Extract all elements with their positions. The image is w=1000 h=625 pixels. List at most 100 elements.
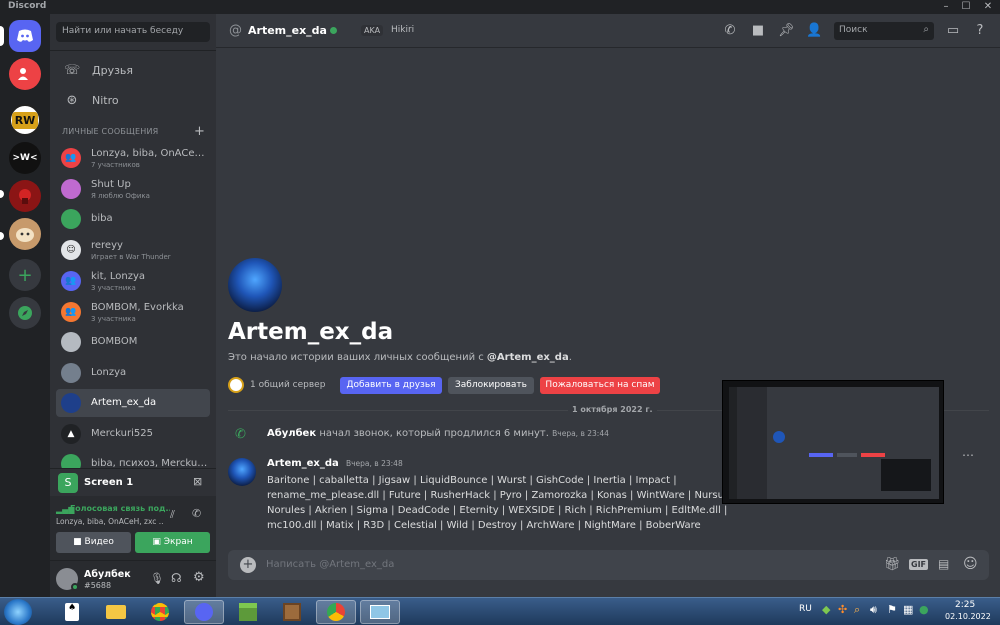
group-avatar: 👥 <box>61 271 81 291</box>
nav-friends-label: Друзья <box>92 63 134 77</box>
user-avatar <box>61 363 81 383</box>
group-avatar: 👥 <box>61 302 81 322</box>
upload-plus-icon[interactable]: + <box>240 557 256 573</box>
headphones-icon[interactable]: ☊ <box>171 571 182 585</box>
dm-item[interactable]: BOMBOM <box>56 328 210 356</box>
noise-suppression-icon[interactable]: ⫽ <box>170 508 175 522</box>
screen-share-icon: S <box>58 473 78 493</box>
dm-subtitle: 7 участников <box>91 161 140 169</box>
dm-subtitle: 3 участника <box>91 284 136 292</box>
dm-item-active[interactable]: Artem_ex_da <box>56 389 210 417</box>
chrome-window-icon[interactable] <box>316 600 356 624</box>
aka-value: Hikiri <box>391 25 415 35</box>
nav-nitro-label: Nitro <box>92 93 119 107</box>
dm-item[interactable]: 👥 kit, Lonzya 3 участника <box>56 267 210 295</box>
gift-icon[interactable]: 🎁︎ <box>884 557 901 572</box>
dm-section-header: ЛИЧНЫЕ СООБЩЕНИЯ <box>62 127 159 136</box>
dm-item[interactable]: ▲ Merckuri525 <box>56 420 210 448</box>
crafting-app-icon[interactable] <box>272 600 312 624</box>
solitaire-app-icon[interactable]: ♠ <box>52 600 92 624</box>
help-icon[interactable]: ? <box>972 23 988 39</box>
tray-green-icon[interactable]: ● <box>919 603 929 616</box>
home-discord-icon[interactable] <box>9 20 41 52</box>
aka-badge: AKA <box>361 25 384 36</box>
screen-button[interactable]: ▣ Экран <box>135 532 210 553</box>
video-button[interactable]: ■ Видео <box>56 532 131 553</box>
server-red-icon[interactable] <box>9 180 41 212</box>
block-button[interactable]: Заблокировать <box>448 377 534 394</box>
microphone-icon[interactable]: 🎙︎ <box>150 572 164 585</box>
maximize-button[interactable]: ☐ <box>956 0 976 14</box>
voice-status[interactable]: Голосовая связь под... <box>70 504 170 513</box>
os-taskbar: ♠ RU ◆ ✣ ⌕ 🔊︎ ⚑ ▦ ● 2:25 02.10.2022 <box>0 597 1000 625</box>
dm-item[interactable]: Lonzya <box>56 359 210 387</box>
explore-compass-icon[interactable] <box>9 297 41 329</box>
pin-icon[interactable]: 📌︎ <box>778 23 795 39</box>
server-wc-icon[interactable]: >W< <box>9 142 41 174</box>
friend-requests-icon[interactable] <box>9 58 41 90</box>
minimize-button[interactable]: – <box>936 0 956 14</box>
dm-name: rereyy <box>91 240 123 251</box>
user-tag: #5688 <box>84 581 112 590</box>
settings-gear-icon[interactable]: ⚙ <box>193 570 205 585</box>
close-button[interactable]: ✕ <box>978 0 998 14</box>
search-placeholder: Поиск <box>839 25 868 35</box>
message-input[interactable]: Написать @Artem_ex_da <box>266 559 394 570</box>
language-indicator[interactable]: RU <box>799 604 812 614</box>
report-spam-button[interactable]: Пожаловаться на спам <box>540 377 660 394</box>
clock-date[interactable]: 02.10.2022 <box>945 612 991 621</box>
video-call-icon[interactable]: ■ <box>750 23 766 39</box>
dm-name: Artem_ex_da <box>91 397 157 408</box>
user-avatar: ☺ <box>61 240 81 260</box>
network-icon[interactable]: ▦ <box>903 603 913 616</box>
screen-share-bar: S Screen 1 ⊠ <box>50 468 216 496</box>
voice-channel[interactable]: Lonzya, biba, OnACeH, zxc ... <box>56 517 164 526</box>
stop-stream-icon[interactable]: ⊠ <box>193 475 202 488</box>
explorer-app-icon[interactable] <box>96 600 136 624</box>
dm-item[interactable]: 👥 Lonzya, biba, OnACeH... 7 участников <box>56 144 210 172</box>
chrome-app-icon[interactable] <box>140 600 180 624</box>
sticker-icon[interactable]: ▤ <box>938 557 949 571</box>
volume-icon[interactable]: 🔊︎ <box>870 603 877 617</box>
mutual-servers[interactable]: 1 общий сервер <box>250 380 325 390</box>
add-friend-icon[interactable]: 👤 <box>806 23 822 39</box>
add-server-icon[interactable]: + <box>9 259 41 291</box>
user-avatar <box>61 332 81 352</box>
add-friend-button[interactable]: Добавить в друзья <box>340 377 442 394</box>
flag-icon[interactable]: ⚑ <box>887 603 897 616</box>
emoji-icon[interactable]: ☺ <box>963 556 978 572</box>
dm-search-input[interactable]: Найти или начать беседу <box>56 22 210 42</box>
date-divider: 1 октября 2022 г. <box>568 405 657 414</box>
stream-preview[interactable] <box>722 380 944 504</box>
tray-app-icon[interactable]: ◆ <box>822 603 830 616</box>
nav-friends[interactable]: ☏ Друзья <box>56 56 210 84</box>
server-rw-icon[interactable]: RW <box>9 104 41 136</box>
voice-call-icon[interactable]: ✆ <box>722 23 738 39</box>
photo-viewer-icon[interactable] <box>360 600 400 624</box>
minecraft-app-icon[interactable] <box>228 600 268 624</box>
discord-app-icon[interactable] <box>184 600 224 624</box>
dm-name: BOMBOM <box>91 336 138 347</box>
tray-search-icon[interactable]: ⌕ <box>854 603 860 617</box>
dm-item[interactable]: biba <box>56 205 210 233</box>
message-header: Artem_ex_da Вчера, в 23:48 <box>267 458 403 469</box>
search-input[interactable]: Поиск ⌕ <box>834 22 934 40</box>
tray-hands-icon[interactable]: ✣ <box>838 603 847 616</box>
start-button-icon[interactable] <box>4 599 32 625</box>
server-cat-icon[interactable] <box>9 218 41 250</box>
inbox-icon[interactable]: ▭ <box>945 23 961 39</box>
dm-item[interactable]: 👥 BOMBOM, Evorkka 3 участника <box>56 298 210 326</box>
nav-nitro[interactable]: ⊛ Nitro <box>56 86 210 114</box>
dm-item[interactable]: Shut Up Я люблю Офика <box>56 175 210 203</box>
avatar[interactable] <box>228 458 256 486</box>
create-dm-plus-icon[interactable]: + <box>194 124 205 139</box>
user-panel: Абулбек #5688 🎙︎ ☊ ⚙ <box>50 560 216 597</box>
gif-icon[interactable]: GIF <box>909 559 929 570</box>
divider <box>50 50 216 51</box>
server-rail: RW >W< + <box>0 14 50 597</box>
clock-time[interactable]: 2:25 <box>955 600 975 610</box>
more-options-icon[interactable]: ⋯ <box>962 448 974 462</box>
dm-item[interactable]: ☺ rereyy Играет в War Thunder <box>56 236 210 264</box>
call-message: Абулбек начал звонок, который продлился … <box>267 428 609 439</box>
disconnect-icon[interactable]: ✆ <box>192 507 201 520</box>
